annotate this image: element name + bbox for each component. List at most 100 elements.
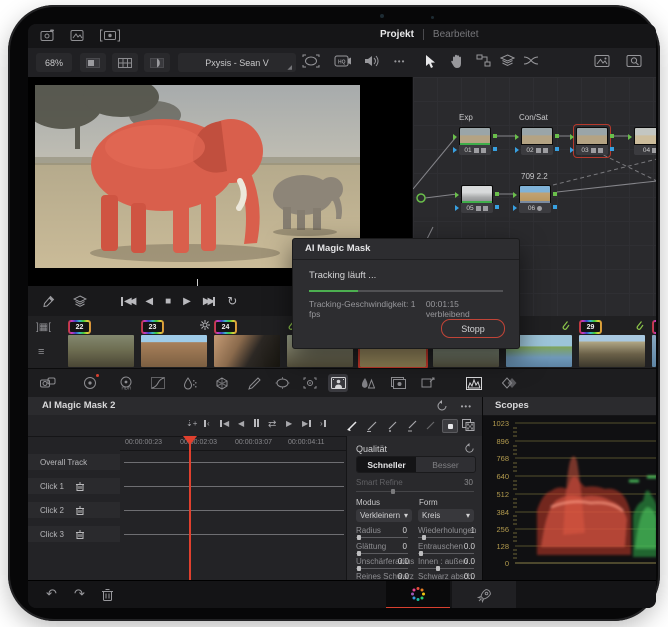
node-03-mask-in-port[interactable] bbox=[570, 147, 574, 153]
node-01-mask-in-port[interactable] bbox=[453, 147, 457, 153]
window-icon[interactable] bbox=[272, 374, 292, 392]
add-keyframe-icon[interactable]: ⇣+ bbox=[186, 419, 197, 428]
clip-title-dropdown[interactable]: Pxysis - Sean V ◢ bbox=[178, 53, 296, 72]
matte-view-icon[interactable] bbox=[462, 419, 475, 431]
skip-first-button[interactable]: ◀◀ bbox=[121, 296, 137, 307]
last-frame-icon[interactable]: ▶ bbox=[302, 419, 312, 428]
blur-icon[interactable] bbox=[358, 374, 378, 392]
play-forward-icon[interactable]: ▶ bbox=[286, 419, 292, 428]
trash-icon[interactable] bbox=[76, 482, 85, 491]
stroke-subtract-icon[interactable] bbox=[406, 419, 419, 432]
sort-clips-icon[interactable]: ≡ bbox=[38, 346, 44, 358]
clip-thumbnail-24[interactable] bbox=[214, 335, 280, 367]
node-02-input-port[interactable] bbox=[515, 134, 519, 140]
node-03-selected[interactable]: 03 bbox=[570, 124, 614, 158]
play-reverse-button[interactable]: ◀ bbox=[145, 296, 153, 307]
magic-mask-icon[interactable] bbox=[328, 374, 348, 392]
node-04[interactable]: 04 bbox=[628, 127, 656, 155]
view-grid-button[interactable] bbox=[112, 53, 138, 72]
scopes-toggle-icon[interactable] bbox=[464, 374, 484, 392]
picker-add-icon[interactable] bbox=[346, 419, 359, 432]
hand-tool-icon[interactable] bbox=[450, 54, 463, 69]
more-options-icon[interactable]: ••• bbox=[394, 57, 405, 66]
undo-icon[interactable]: ↶ bbox=[46, 587, 57, 600]
settings-reset-icon[interactable] bbox=[464, 443, 475, 454]
node-02-mask-in-port[interactable] bbox=[515, 147, 519, 153]
sizing-icon[interactable] bbox=[418, 374, 438, 392]
color-page-tab[interactable] bbox=[386, 581, 450, 608]
gallery-icon[interactable] bbox=[40, 29, 55, 42]
innen-aussen-value[interactable]: 0.0 bbox=[459, 557, 475, 566]
ai-magic-mask-dialog[interactable]: AI Magic Mask Tracking läuft ... Trackin… bbox=[292, 238, 520, 349]
scrub-playhead[interactable] bbox=[197, 279, 198, 286]
mask-overlay-icon[interactable] bbox=[302, 54, 320, 68]
entrauschen-value[interactable]: 0.0 bbox=[459, 542, 475, 551]
node-02[interactable]: 02 bbox=[515, 127, 559, 155]
unschaerferadius-value[interactable]: 0.0 bbox=[393, 557, 409, 566]
node-04-input-port[interactable] bbox=[628, 134, 632, 140]
mask-overlay-toggle[interactable] bbox=[442, 419, 458, 433]
wiederholungen-value[interactable]: 1 bbox=[461, 526, 475, 535]
view-split-button[interactable] bbox=[144, 53, 170, 72]
node-03-input-port[interactable] bbox=[570, 134, 574, 140]
node-06[interactable]: 06 bbox=[513, 185, 557, 213]
entrauschen-slider[interactable] bbox=[418, 551, 474, 556]
schwarz-absch-value[interactable]: 0.0 bbox=[459, 572, 475, 580]
wipe-modes-icon[interactable] bbox=[73, 295, 87, 307]
picker-subtract-icon[interactable] bbox=[366, 419, 379, 432]
node-05-mask-in-port[interactable] bbox=[455, 205, 459, 211]
mask-playhead[interactable] bbox=[189, 436, 191, 580]
track-row-click3[interactable]: Click 3 bbox=[28, 526, 120, 542]
node-05-input-port[interactable] bbox=[455, 192, 459, 198]
keyframe-still-icon[interactable] bbox=[388, 374, 408, 392]
play-reverse-icon[interactable]: ◀ bbox=[238, 419, 244, 428]
skip-last-button[interactable]: ▶▶ bbox=[203, 296, 216, 307]
deliver-page-tab[interactable] bbox=[452, 581, 516, 608]
tab-projekt[interactable]: Projekt bbox=[380, 29, 414, 40]
clip-thumbnail-30[interactable] bbox=[652, 335, 656, 367]
node-05-mask-out-port[interactable] bbox=[495, 205, 499, 209]
mask-timeline-ruler[interactable]: 00:00:00:23 00:00:02:03 00:00:03:07 00:0… bbox=[120, 436, 346, 451]
ping-pong-icon[interactable]: ⇄ bbox=[268, 419, 276, 430]
modus-dropdown[interactable]: Verkleinern ▾ bbox=[356, 509, 412, 522]
node-06-input-port[interactable] bbox=[513, 192, 517, 198]
redo-icon[interactable]: ↷ bbox=[74, 587, 85, 600]
still-grab-icon[interactable] bbox=[594, 54, 611, 68]
tab-bearbeitet[interactable]: Bearbeitet bbox=[433, 29, 479, 40]
glaettung-value[interactable]: 0 bbox=[393, 542, 407, 551]
node-03-mask-out-port[interactable] bbox=[610, 147, 614, 151]
mix-curves-icon[interactable] bbox=[523, 54, 539, 67]
node-06-output-port[interactable] bbox=[553, 192, 557, 196]
node-01-input-port[interactable] bbox=[453, 134, 457, 140]
image-search-icon[interactable] bbox=[626, 54, 644, 68]
quality-better-option[interactable]: Besser bbox=[416, 457, 475, 472]
goto-mask-start-icon[interactable]: ‹ bbox=[204, 419, 210, 428]
track-row-click1[interactable]: Click 1 bbox=[28, 478, 120, 494]
node-02-mask-out-port[interactable] bbox=[555, 147, 559, 151]
form-dropdown[interactable]: Kreis ▾ bbox=[418, 509, 474, 522]
node-03-output-port[interactable] bbox=[610, 134, 614, 138]
clip-thumbnail-29[interactable] bbox=[579, 335, 645, 367]
scopes-header[interactable]: Scopes bbox=[483, 397, 656, 416]
loop-button[interactable]: ↻ bbox=[227, 294, 237, 308]
node-06-mask-out-port[interactable] bbox=[553, 205, 557, 209]
play-button[interactable]: ▶ bbox=[183, 296, 191, 307]
node-05[interactable]: 05 bbox=[455, 185, 499, 213]
unschaerferadius-slider[interactable] bbox=[356, 566, 408, 571]
curves-icon[interactable] bbox=[148, 374, 168, 392]
hq-playback-icon[interactable]: HQ bbox=[334, 54, 352, 68]
node-01-output-port[interactable] bbox=[493, 134, 497, 138]
stop-tracking-button[interactable]: Stopp bbox=[441, 319, 505, 338]
camera-raw-icon[interactable] bbox=[38, 374, 58, 392]
wiederholungen-slider[interactable] bbox=[418, 535, 474, 540]
color-wheels-icon[interactable] bbox=[80, 374, 100, 392]
eyedropper-icon[interactable] bbox=[42, 295, 55, 308]
view-single-button[interactable] bbox=[80, 53, 106, 72]
trash-icon[interactable] bbox=[76, 506, 85, 515]
panel-options-icon[interactable]: ••• bbox=[461, 402, 472, 411]
color-warper-icon[interactable] bbox=[212, 374, 232, 392]
stop-button[interactable]: ■ bbox=[165, 296, 171, 307]
stills-icon[interactable] bbox=[70, 29, 85, 42]
eraser-icon[interactable] bbox=[424, 419, 437, 432]
track-row-overall[interactable]: Overall Track bbox=[28, 454, 120, 470]
